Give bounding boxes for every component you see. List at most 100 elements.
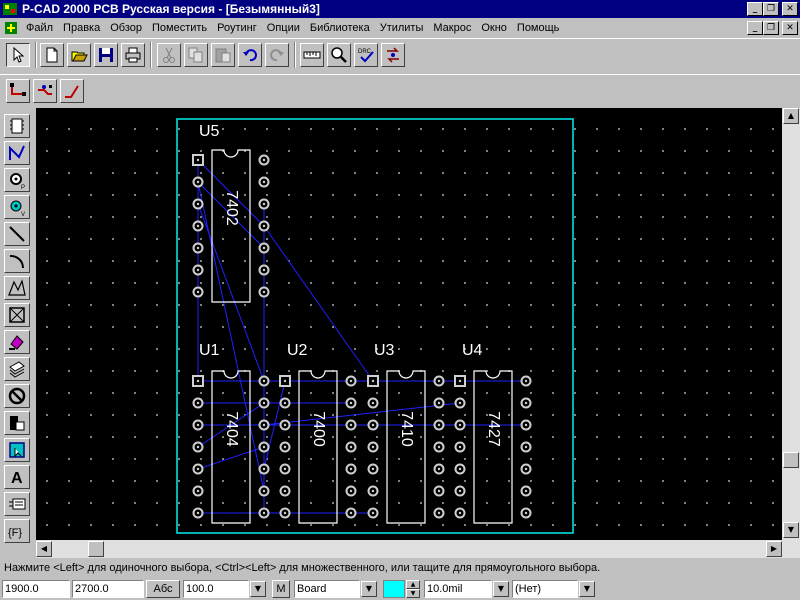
route-manual-button[interactable] xyxy=(6,79,30,103)
undo-button[interactable] xyxy=(238,43,262,67)
line-width-field[interactable]: 10.0mil xyxy=(424,580,492,598)
copy-icon xyxy=(188,47,203,63)
place-line-button[interactable] xyxy=(4,222,30,246)
cut-button[interactable] xyxy=(157,43,181,67)
bottom-bar: 1900.0 2700.0 Абс 100.0 ▼ M Board ▼ ▲ ▼ … xyxy=(0,578,800,600)
line-width-dropdown-arrow[interactable]: ▼ xyxy=(493,581,509,597)
menu-place[interactable]: Поместить xyxy=(147,22,212,34)
paste-icon xyxy=(215,48,231,63)
component-u4[interactable]: U4 7427 xyxy=(454,342,532,524)
net-select[interactable]: (Нет) xyxy=(512,580,578,598)
component-ref: U2 xyxy=(287,342,308,359)
place-connection-icon xyxy=(9,145,25,160)
zoom-field[interactable]: 100.0 xyxy=(183,580,249,598)
measure-button[interactable] xyxy=(300,43,324,67)
menu-utils[interactable]: Утилиты xyxy=(375,22,429,34)
menu-edit[interactable]: Правка xyxy=(58,22,105,34)
y-coordinate-field[interactable]: 2700.0 xyxy=(72,580,144,598)
x-coordinate-field[interactable]: 1900.0 xyxy=(2,580,70,598)
horizontal-scrollbar[interactable]: ◀ ▶ xyxy=(36,540,800,558)
component-u1[interactable]: U1 7404 xyxy=(192,342,270,524)
place-text-button[interactable]: A xyxy=(4,465,30,489)
place-plane-button[interactable] xyxy=(4,411,30,435)
pcb-canvas[interactable]: U5 7402 U1 7404 U2 7400 U3 7410 U4 7427 xyxy=(36,108,800,540)
maximize-button[interactable]: ❐ xyxy=(763,2,779,16)
drc-button[interactable]: DRC xyxy=(354,43,378,67)
route-miter-button[interactable] xyxy=(60,79,84,103)
metric-toggle-button[interactable]: M xyxy=(272,580,290,598)
spin-up-icon[interactable]: ▲ xyxy=(406,580,420,589)
place-pad-icon: P xyxy=(10,173,25,190)
doc-restore-button[interactable]: ❐ xyxy=(763,21,779,35)
doc-close-button[interactable]: ✕ xyxy=(782,21,798,35)
component-u2[interactable]: U2 7400 xyxy=(279,342,357,524)
place-connection-button[interactable] xyxy=(4,141,30,165)
place-room-button[interactable] xyxy=(4,438,30,462)
copy-button[interactable] xyxy=(184,43,208,67)
menu-route[interactable]: Роутинг xyxy=(212,22,262,34)
menu-macro[interactable]: Макрос xyxy=(428,22,476,34)
net-dropdown-arrow[interactable]: ▼ xyxy=(579,581,595,597)
menu-window[interactable]: Окно xyxy=(476,22,512,34)
route-interactive-button[interactable] xyxy=(33,79,57,103)
spin-down-icon[interactable]: ▼ xyxy=(406,589,420,598)
component-value: 7404 xyxy=(223,411,240,447)
document-icon[interactable] xyxy=(3,20,19,36)
redo-button[interactable] xyxy=(265,43,289,67)
place-arc-icon xyxy=(9,254,25,269)
paste-button[interactable] xyxy=(211,43,235,67)
place-cutout-button[interactable] xyxy=(4,357,30,381)
place-text-icon: A xyxy=(11,470,23,487)
doc-minimize-button[interactable]: _ xyxy=(747,21,763,35)
component-value: 7400 xyxy=(310,411,327,447)
menu-view[interactable]: Обзор xyxy=(105,22,147,34)
vertical-scrollbar[interactable]: ▲ ▼ xyxy=(782,108,800,540)
swap-button[interactable] xyxy=(381,43,405,67)
horizontal-scroll-thumb[interactable] xyxy=(88,541,104,557)
place-attribute-button[interactable] xyxy=(4,492,30,516)
svg-text:V: V xyxy=(21,212,25,217)
route-manual-icon xyxy=(10,83,26,96)
title-bar: P-CAD 2000 PCB Русская версия - [Безымян… xyxy=(0,0,800,18)
scroll-up-button[interactable]: ▲ xyxy=(783,108,799,124)
menu-file[interactable]: Файл xyxy=(21,22,58,34)
close-button[interactable]: ✕ xyxy=(782,2,798,16)
place-field-button[interactable]: {F} xyxy=(4,519,30,543)
place-noconnect-button[interactable] xyxy=(4,384,30,408)
absolute-coords-button[interactable]: Абс xyxy=(146,580,180,598)
layer-select[interactable]: Board xyxy=(294,580,360,598)
open-button[interactable] xyxy=(67,43,91,67)
layer-dropdown-arrow[interactable]: ▼ xyxy=(361,581,377,597)
new-button[interactable] xyxy=(40,43,64,67)
component-value: 7402 xyxy=(223,190,240,226)
layer-color-swatch[interactable] xyxy=(383,580,405,598)
menu-help[interactable]: Помощь xyxy=(512,22,565,34)
component-u3[interactable]: U3 7410 xyxy=(367,342,445,524)
select-tool-button[interactable] xyxy=(6,43,30,67)
zoom-button[interactable] xyxy=(327,43,351,67)
scroll-left-button[interactable]: ◀ xyxy=(36,541,52,557)
place-via-button[interactable]: V xyxy=(4,195,30,219)
place-via-icon: V xyxy=(10,200,25,217)
component-body xyxy=(211,370,251,524)
menu-library[interactable]: Библиотека xyxy=(305,22,375,34)
component-ref: U5 xyxy=(199,123,220,140)
minimize-button[interactable]: _ xyxy=(747,2,763,16)
place-arc-button[interactable] xyxy=(4,249,30,273)
scroll-down-button[interactable]: ▼ xyxy=(783,522,799,538)
save-button[interactable] xyxy=(94,43,118,67)
zoom-dropdown-arrow[interactable]: ▼ xyxy=(250,581,266,597)
place-room-icon xyxy=(9,442,25,458)
place-pad-button[interactable]: P xyxy=(4,168,30,192)
line-width-spinner[interactable]: ▲ ▼ xyxy=(406,580,420,598)
menu-options[interactable]: Опции xyxy=(262,22,305,34)
place-component-button[interactable] xyxy=(4,114,30,138)
print-icon xyxy=(125,47,141,63)
place-keepout-button[interactable] xyxy=(4,303,30,327)
print-button[interactable] xyxy=(121,43,145,67)
place-copper-pour-button[interactable] xyxy=(4,330,30,354)
vertical-scroll-thumb[interactable] xyxy=(783,452,799,468)
redo-icon xyxy=(270,49,284,62)
scroll-right-button[interactable]: ▶ xyxy=(766,541,782,557)
place-polygon-button[interactable] xyxy=(4,276,30,300)
